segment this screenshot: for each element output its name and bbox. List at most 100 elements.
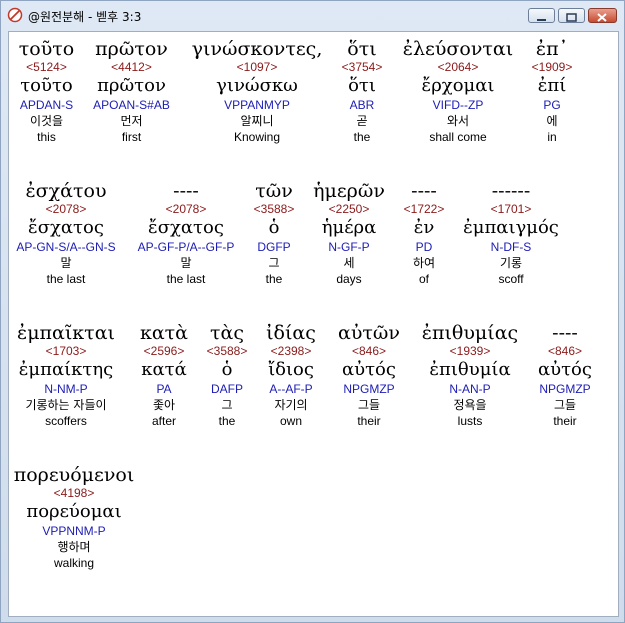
word-block[interactable]: ἐλεύσονται <2064> ἔρχομαι VIFD--ZP 와서 sh… bbox=[393, 32, 523, 145]
parsing-code[interactable]: DGFP bbox=[247, 239, 301, 255]
parsing-code[interactable]: N-GF-P bbox=[307, 239, 391, 255]
greek-word: ἡμερῶν bbox=[313, 180, 385, 202]
word-block[interactable]: αὐτῶν <846> αὐτός NPGMZP 그들 their bbox=[331, 316, 407, 429]
word-block[interactable]: πορευόμενοι <4198> πορεύομαι VPPNNM-P 행하… bbox=[9, 458, 139, 571]
verse-analysis-panel[interactable]: τοῦτο <5124> τοῦτο APDAN-S 이것을 this πρῶτ… bbox=[8, 31, 619, 617]
korean-gloss: 에 bbox=[546, 114, 558, 128]
greek-word: πορευόμενοι bbox=[13, 464, 135, 486]
lemma: ἐπιθυμία bbox=[429, 359, 511, 380]
title-bar[interactable]: @원전분해 - 벧후 3:3 bbox=[1, 1, 624, 29]
parsing-code[interactable]: PG bbox=[526, 97, 578, 113]
lemma: γινώσκω bbox=[216, 75, 298, 96]
lemma: ὁ bbox=[268, 217, 280, 238]
parsing-code[interactable]: AP-GF-P/A--GF-P bbox=[131, 239, 241, 255]
english-gloss: of bbox=[418, 272, 429, 286]
parsing-code[interactable]: PA bbox=[129, 381, 199, 397]
lemma: ἴδιος bbox=[268, 359, 314, 380]
parsing-code[interactable]: N-DF-S bbox=[455, 239, 567, 255]
parsing-code[interactable]: PD bbox=[399, 239, 449, 255]
lemma: ἔρχομαι bbox=[421, 75, 495, 96]
strong-number[interactable]: <846> bbox=[331, 344, 407, 359]
strong-number[interactable]: <1097> bbox=[187, 60, 327, 75]
english-gloss: after bbox=[151, 414, 176, 428]
strong-number[interactable]: <846> bbox=[533, 344, 597, 359]
korean-gloss: 기롱 bbox=[499, 256, 523, 270]
strong-number[interactable]: <3754> bbox=[336, 60, 388, 75]
korean-gloss: 그들 bbox=[357, 398, 381, 412]
korean-gloss: 알찌니 bbox=[240, 114, 274, 128]
strong-number[interactable]: <2078> bbox=[9, 202, 123, 217]
english-gloss: the bbox=[353, 130, 371, 144]
korean-gloss: 자기의 bbox=[274, 398, 308, 412]
greek-word: τῶν bbox=[255, 180, 293, 202]
strong-number[interactable]: <1722> bbox=[399, 202, 449, 217]
korean-gloss: 말 bbox=[180, 256, 192, 270]
word-block[interactable]: τὰς <3588> ὁ DAFP 그 the bbox=[199, 316, 255, 429]
strong-number[interactable]: <2064> bbox=[393, 60, 523, 75]
word-block[interactable]: ---- <2078> ἔσχατος AP-GF-P/A--GF-P 말 th… bbox=[131, 174, 241, 287]
english-gloss: lusts bbox=[457, 414, 483, 428]
word-block[interactable]: τοῦτο <5124> τοῦτο APDAN-S 이것을 this bbox=[9, 32, 84, 171]
parsing-code[interactable]: VPPNNM-P bbox=[9, 523, 139, 539]
strong-number[interactable]: <2596> bbox=[129, 344, 199, 359]
parsing-code[interactable]: NPGMZP bbox=[533, 381, 597, 397]
word-block[interactable]: τῶν <3588> ὁ DGFP 그 the bbox=[247, 174, 301, 287]
strong-number[interactable]: <1909> bbox=[526, 60, 578, 75]
parsing-code[interactable]: DAFP bbox=[199, 381, 255, 397]
minimize-button[interactable] bbox=[528, 8, 555, 23]
word-block[interactable]: ἐπ᾽ <1909> ἐπί PG 에 in bbox=[526, 32, 578, 145]
strong-number[interactable]: <5124> bbox=[9, 60, 84, 75]
english-gloss: in bbox=[547, 130, 557, 144]
word-block[interactable]: ἐπιθυμίας <1939> ἐπιθυμία N-AN-P 정욕을 lus… bbox=[413, 316, 527, 429]
korean-gloss: 행하며 bbox=[57, 540, 91, 554]
lemma: ἐν bbox=[413, 217, 435, 238]
word-block[interactable]: ἐμπαῖκται <1703> ἐμπαίκτης N-NM-P 기롱하는 자… bbox=[9, 316, 123, 429]
english-gloss: scoff bbox=[498, 272, 524, 286]
lemma: ἔσχατος bbox=[148, 217, 224, 238]
parsing-code[interactable]: AP-GN-S/A--GN-S bbox=[9, 239, 123, 255]
lemma: πρῶτον bbox=[97, 75, 166, 96]
word-block[interactable]: γινώσκοντες, <1097> γινώσκω VPPANMYP 알찌니… bbox=[187, 32, 327, 145]
parsing-code[interactable]: APOAN-S#AB bbox=[89, 97, 174, 113]
parsing-code[interactable]: ABR bbox=[336, 97, 388, 113]
word-block[interactable]: ---- <1722> ἐν PD 하여 of bbox=[399, 174, 449, 287]
parsing-code[interactable]: NPGMZP bbox=[331, 381, 407, 397]
word-block[interactable]: ---- <846> αὐτός NPGMZP 그들 their bbox=[533, 316, 597, 429]
word-block[interactable]: ἰδίας <2398> ἴδιος A--AF-P 자기의 own bbox=[257, 316, 325, 429]
parsing-code[interactable]: APDAN-S bbox=[9, 97, 84, 113]
maximize-button[interactable] bbox=[558, 8, 585, 23]
english-gloss: Knowing bbox=[233, 130, 281, 144]
word-block[interactable]: πρῶτον <4412> πρῶτον APOAN-S#AB 먼저 first bbox=[89, 32, 174, 145]
lemma: αὐτός bbox=[342, 359, 396, 380]
close-button[interactable] bbox=[588, 8, 617, 23]
strong-number[interactable]: <2398> bbox=[257, 344, 325, 359]
english-gloss: the last bbox=[46, 272, 86, 286]
english-gloss: the last bbox=[166, 272, 206, 286]
greek-word: ἐμπαῖκται bbox=[17, 322, 115, 344]
english-gloss: first bbox=[121, 130, 142, 144]
word-block[interactable]: ἐσχάτου <2078> ἔσχατος AP-GN-S/A--GN-S 말… bbox=[9, 174, 123, 287]
word-block[interactable]: ------ <1701> ἐμπαιγμός N-DF-S 기롱 scoff bbox=[455, 174, 567, 287]
strong-number[interactable]: <4198> bbox=[9, 486, 139, 501]
strong-number[interactable]: <1939> bbox=[413, 344, 527, 359]
strong-number[interactable]: <2250> bbox=[307, 202, 391, 217]
strong-number[interactable]: <3588> bbox=[247, 202, 301, 217]
strong-number[interactable]: <1701> bbox=[455, 202, 567, 217]
parsing-code[interactable]: N-NM-P bbox=[9, 381, 123, 397]
parsing-code[interactable]: VIFD--ZP bbox=[393, 97, 523, 113]
lemma: τοῦτο bbox=[20, 75, 73, 96]
parsing-code[interactable]: A--AF-P bbox=[257, 381, 325, 397]
greek-word: κατὰ bbox=[139, 322, 189, 344]
strong-number[interactable]: <3588> bbox=[199, 344, 255, 359]
word-block[interactable]: ὅτι <3754> ὅτι ABR 곧 the bbox=[336, 32, 388, 145]
greek-word: ---- bbox=[552, 322, 578, 344]
strong-number[interactable]: <4412> bbox=[89, 60, 174, 75]
word-block[interactable]: ἡμερῶν <2250> ἡμέρα N-GF-P 세 days bbox=[307, 174, 391, 287]
word-block[interactable]: κατὰ <2596> κατά PA 좇아 after bbox=[129, 316, 199, 429]
english-gloss: the bbox=[218, 414, 236, 428]
parsing-code[interactable]: VPPANMYP bbox=[187, 97, 327, 113]
parsing-code[interactable]: N-AN-P bbox=[413, 381, 527, 397]
korean-gloss: 좇아 bbox=[152, 398, 176, 412]
strong-number[interactable]: <1703> bbox=[9, 344, 123, 359]
strong-number[interactable]: <2078> bbox=[131, 202, 241, 217]
